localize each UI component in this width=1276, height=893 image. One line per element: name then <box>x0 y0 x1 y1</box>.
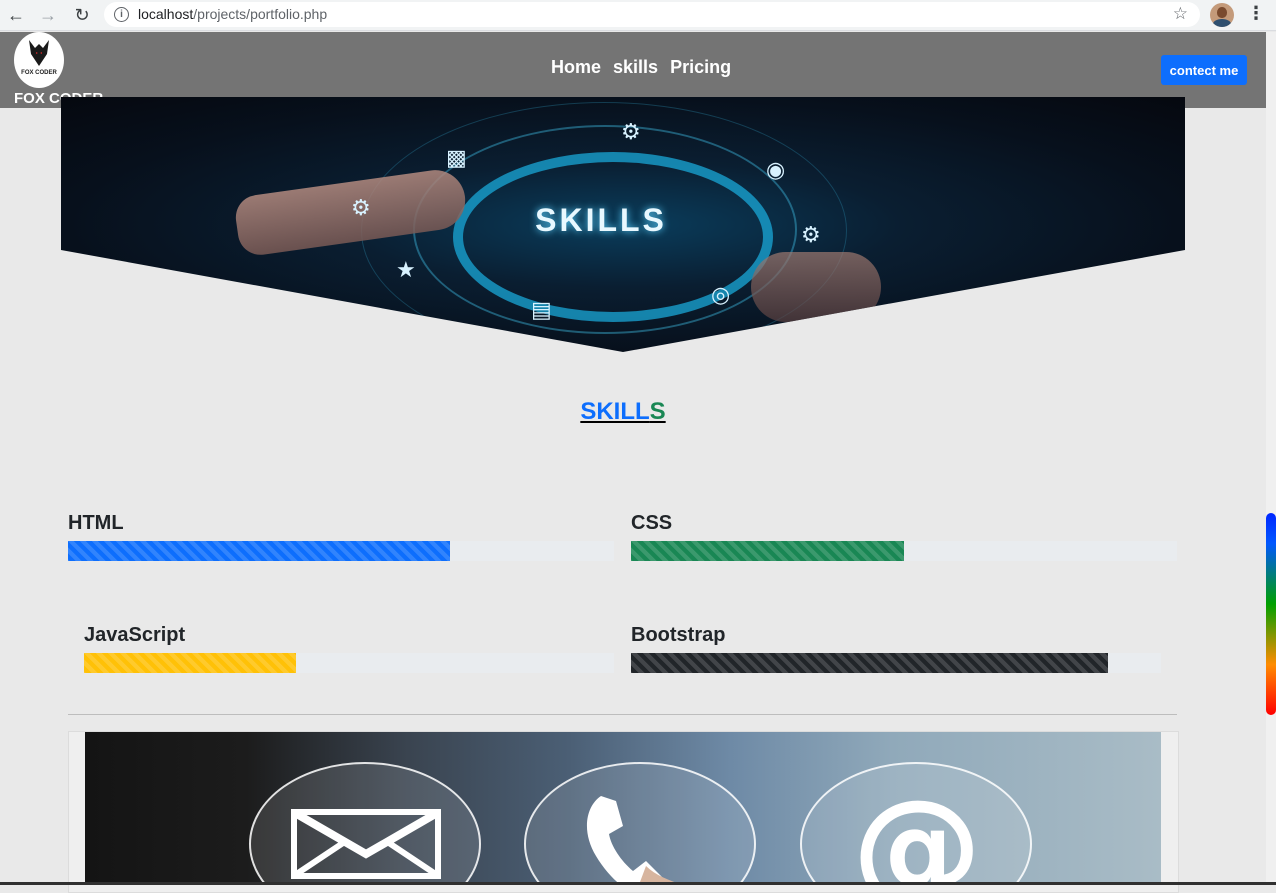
section-divider <box>68 714 1177 715</box>
bookmark-star-icon[interactable]: ☆ <box>1173 4 1188 24</box>
forward-arrow-icon[interactable]: → <box>38 5 58 25</box>
phone-icon <box>586 796 684 885</box>
fox-logo[interactable]: FOX CODER <box>14 32 64 88</box>
gears-icon: ⚙ <box>351 195 371 220</box>
page-scrollbar-thumb[interactable] <box>1266 513 1276 715</box>
target-icon: ◎ <box>711 282 731 307</box>
address-bar[interactable]: i localhost/projects/portfolio.php ☆ <box>104 2 1200 27</box>
progress-fill-css <box>631 541 904 561</box>
skills-heading-main: SKILL <box>580 398 650 425</box>
bar-chart-icon: ▩ <box>446 145 467 170</box>
reload-icon[interactable]: ↻ <box>72 5 92 25</box>
at-sign-circle[interactable]: @ <box>800 762 1032 885</box>
nav-link-home[interactable]: Home <box>551 57 601 77</box>
mail-icon <box>291 809 441 879</box>
progress-track-javascript <box>84 653 614 673</box>
profile-avatar[interactable] <box>1210 3 1234 27</box>
hero-skills-text: SKILLS <box>535 202 667 238</box>
skill-label-css: CSS <box>631 512 673 534</box>
site-info-icon[interactable]: i <box>114 7 129 22</box>
progress-track-css <box>631 541 1177 561</box>
page-scrollbar-track[interactable] <box>1266 32 1276 885</box>
skill-label-bootstrap: Bootstrap <box>631 624 726 646</box>
phone-circle[interactable] <box>524 762 756 885</box>
contact-banner-image: @ <box>85 732 1161 885</box>
lightbulb-icon: ◉ <box>766 157 786 182</box>
hero-image: ▩ ⚙ ◉ ⚙ ⚙ ★ ◎ ▤ SKILLS <box>61 97 1185 352</box>
nav-link-pricing[interactable]: Pricing <box>670 57 731 77</box>
svg-text:@: @ <box>852 792 982 885</box>
back-arrow-icon[interactable]: ← <box>6 5 26 25</box>
head-gears-icon: ⚙ <box>801 222 821 247</box>
fox-head-icon <box>29 40 49 66</box>
logo-small-text: FOX CODER <box>21 70 57 76</box>
skills-heading: SKILLS <box>0 398 1246 426</box>
skills-heading-last: S <box>649 398 666 425</box>
contact-me-button[interactable]: contect me <box>1161 55 1247 85</box>
progress-track-bootstrap <box>631 653 1161 673</box>
mail-circle[interactable] <box>249 762 481 885</box>
hand-graphic-right <box>751 252 881 322</box>
skill-label-html: HTML <box>68 512 124 534</box>
progress-fill-html <box>68 541 451 561</box>
browser-menu-icon[interactable]: ⋮ <box>1247 3 1265 24</box>
progress-track-html <box>68 541 614 561</box>
progress-fill-bootstrap <box>631 653 1108 673</box>
browser-toolbar: ← → ↻ i localhost/projects/portfolio.php… <box>0 0 1276 31</box>
progress-fill-javascript <box>84 653 296 673</box>
star-person-icon: ★ <box>396 257 416 282</box>
skill-label-javascript: JavaScript <box>84 624 186 646</box>
url-text[interactable]: localhost/projects/portfolio.php <box>138 6 327 22</box>
url-path: /projects/portfolio.php <box>193 6 328 22</box>
nav-link-skills[interactable]: skills <box>613 57 658 77</box>
site-navbar: FOX CODER FOX CODER Home skills Pricing … <box>0 32 1266 108</box>
presenter-icon: ▤ <box>531 297 552 322</box>
at-sign-icon: @ <box>852 792 982 885</box>
nav-links: Home skills Pricing <box>551 57 738 78</box>
team-gear-icon: ⚙ <box>621 119 641 144</box>
url-host: localhost <box>138 6 194 22</box>
